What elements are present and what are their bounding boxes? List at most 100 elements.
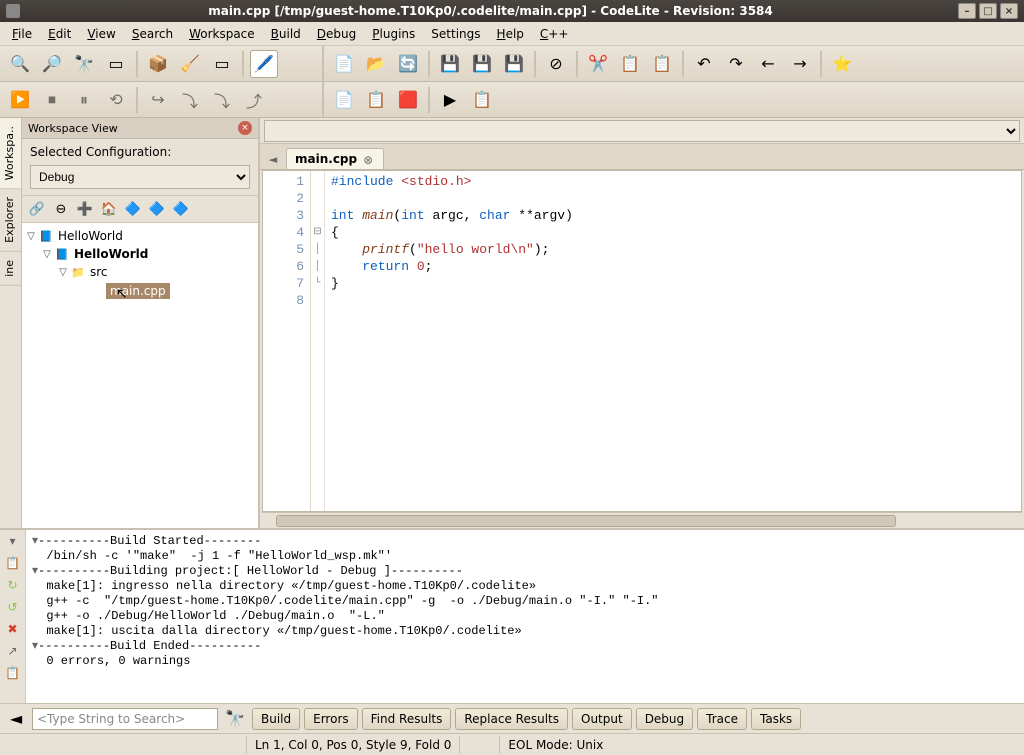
play-icon[interactable]: ▶: [436, 86, 464, 114]
out-copy-icon[interactable]: 📋: [5, 666, 21, 682]
statusbar: Ln 1, Col 0, Pos 0, Style 9, Fold 0 EOL …: [0, 733, 1024, 755]
menu-edit[interactable]: Edit: [40, 24, 79, 44]
highlight-icon[interactable]: 🖊️: [250, 50, 278, 78]
maximize-button[interactable]: □: [979, 3, 997, 19]
binoculars-icon[interactable]: 🔭: [70, 50, 98, 78]
menu-workspace[interactable]: Workspace: [181, 24, 263, 44]
tree-folder-src[interactable]: ▽📁src: [24, 263, 256, 281]
xtra5-icon[interactable]: 📋: [468, 86, 496, 114]
step-into-icon[interactable]: ⤵: [176, 86, 204, 114]
search-input[interactable]: <Type String to Search>: [32, 708, 218, 730]
menu-help[interactable]: Help: [489, 24, 532, 44]
btn-tasks[interactable]: Tasks: [751, 708, 801, 730]
find-replace-icon[interactable]: 🔎: [38, 50, 66, 78]
out-stop-icon[interactable]: ✖: [5, 622, 21, 638]
out-up-icon[interactable]: ↻: [5, 578, 21, 594]
output-body[interactable]: ▾----------Build Started-------- /bin/sh…: [26, 530, 1024, 703]
new-file-icon[interactable]: 📄: [330, 50, 358, 78]
btn-build[interactable]: Build: [252, 708, 300, 730]
editor-scope-select[interactable]: [264, 120, 1020, 142]
resource-icon[interactable]: ▭: [102, 50, 130, 78]
out-nav-icon[interactable]: ↗: [5, 644, 21, 660]
menu-view[interactable]: View: [79, 24, 123, 44]
search-binoculars-icon[interactable]: 🔭: [224, 708, 246, 730]
btn-replace-results[interactable]: Replace Results: [455, 708, 568, 730]
xtra1-icon[interactable]: 📄: [330, 86, 358, 114]
workspace-panel-title: Workspace View ×: [22, 118, 258, 139]
close-button[interactable]: ×: [1000, 3, 1018, 19]
build-icon[interactable]: 📦: [144, 50, 172, 78]
xtra2-icon[interactable]: 📋: [362, 86, 390, 114]
add-icon[interactable]: ➕: [74, 199, 96, 219]
menu-file[interactable]: File: [4, 24, 40, 44]
home-icon[interactable]: 🏠: [98, 199, 120, 219]
side-tab-explorer[interactable]: Explorer: [0, 189, 21, 252]
run-icon[interactable]: ▶️: [6, 86, 34, 114]
bookmark-icon[interactable]: ⭐: [828, 50, 856, 78]
refresh-icon[interactable]: 🔄: [394, 50, 422, 78]
btn-debug[interactable]: Debug: [636, 708, 693, 730]
menu-settings[interactable]: Settings: [423, 24, 488, 44]
out-wrap-icon[interactable]: 📋: [5, 556, 21, 572]
ws2-icon[interactable]: 🔷: [146, 199, 168, 219]
minimize-button[interactable]: –: [958, 3, 976, 19]
menu-cpp[interactable]: C++: [532, 24, 577, 44]
xtra3-icon[interactable]: 🟥: [394, 86, 422, 114]
pause-icon[interactable]: ⏸: [70, 86, 98, 114]
menu-search[interactable]: Search: [124, 24, 181, 44]
workspace-tree[interactable]: ▽📘HelloWorld ▽📘HelloWorld ▽📁src main.cpp…: [22, 223, 258, 528]
tree-project[interactable]: ▽📘HelloWorld: [24, 245, 256, 263]
save-as-icon[interactable]: 💾: [468, 50, 496, 78]
ws3-icon[interactable]: 🔷: [170, 199, 192, 219]
pane-nav-icon[interactable]: ◄: [6, 709, 26, 729]
redo-icon[interactable]: ↷: [722, 50, 750, 78]
tab-close-icon[interactable]: ⊗: [363, 153, 375, 165]
forward-icon[interactable]: →: [786, 50, 814, 78]
copy-icon[interactable]: 📋: [616, 50, 644, 78]
menu-plugins[interactable]: Plugins: [364, 24, 423, 44]
code-area[interactable]: #include <stdio.h> int main(int argc, ch…: [325, 171, 1021, 511]
btn-find-results[interactable]: Find Results: [362, 708, 452, 730]
btn-trace[interactable]: Trace: [697, 708, 747, 730]
config-select[interactable]: Debug: [30, 165, 250, 189]
close-file-icon[interactable]: ⊘: [542, 50, 570, 78]
editor-hscroll[interactable]: [262, 512, 1022, 528]
collapse-icon[interactable]: ⊖: [50, 199, 72, 219]
panel-close-icon[interactable]: ×: [238, 121, 252, 135]
out-down-icon[interactable]: ↺: [5, 600, 21, 616]
undo-icon[interactable]: ↶: [690, 50, 718, 78]
back-icon[interactable]: ←: [754, 50, 782, 78]
ws1-icon[interactable]: 🔷: [122, 199, 144, 219]
step-into2-icon[interactable]: ⤵: [208, 86, 236, 114]
side-tabs: Workspa.. Explorer ine: [0, 118, 22, 528]
editor-section: ◄ main.cpp ⊗ 12345678 ⊟││└ #include <std…: [260, 118, 1024, 528]
menu-debug[interactable]: Debug: [309, 24, 364, 44]
btn-output[interactable]: Output: [572, 708, 632, 730]
stop-icon[interactable]: ⏹: [38, 86, 66, 114]
fold-column[interactable]: ⊟││└: [311, 171, 325, 511]
tree-workspace-root[interactable]: ▽📘HelloWorld: [24, 227, 256, 245]
step-over-icon[interactable]: ↪: [144, 86, 172, 114]
paste-icon[interactable]: 📋: [648, 50, 676, 78]
editor-body[interactable]: 12345678 ⊟││└ #include <stdio.h> int mai…: [262, 170, 1022, 512]
tab-prev-icon[interactable]: ◄: [264, 149, 282, 169]
save-icon[interactable]: 💾: [436, 50, 464, 78]
side-tab-outline[interactable]: ine: [0, 252, 21, 286]
stop-build-icon[interactable]: ▭: [208, 50, 236, 78]
restart-icon[interactable]: ⟲: [102, 86, 130, 114]
clean-icon[interactable]: 🧹: [176, 50, 204, 78]
status-empty: [459, 736, 499, 754]
link-icon[interactable]: 🔗: [26, 199, 48, 219]
editor-tab-main[interactable]: main.cpp ⊗: [286, 148, 384, 169]
find-icon[interactable]: 🔍: [6, 50, 34, 78]
menu-build[interactable]: Build: [263, 24, 309, 44]
tree-file-main[interactable]: main.cpp: [24, 281, 256, 301]
save-all-icon[interactable]: 💾: [500, 50, 528, 78]
bottom-bar: ◄ <Type String to Search> 🔭 Build Errors…: [0, 703, 1024, 733]
out-clear-icon[interactable]: ▾: [5, 534, 21, 550]
btn-errors[interactable]: Errors: [304, 708, 358, 730]
cut-icon[interactable]: ✂️: [584, 50, 612, 78]
open-icon[interactable]: 📂: [362, 50, 390, 78]
side-tab-workspace[interactable]: Workspa..: [0, 118, 21, 189]
step-out-icon[interactable]: ⤴: [240, 86, 268, 114]
